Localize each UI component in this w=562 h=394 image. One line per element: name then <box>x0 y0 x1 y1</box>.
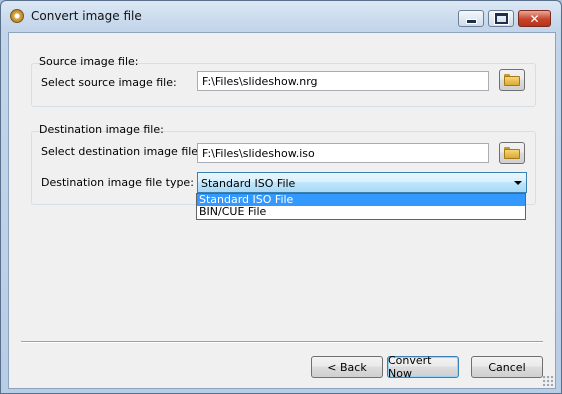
convert-image-dialog: Convert image file ✕ Source image file: … <box>0 0 562 394</box>
separator <box>21 341 543 343</box>
destination-file-label: Select destination image file: <box>41 145 202 158</box>
destination-file-input[interactable]: F:\Files\slideshow.iso <box>197 143 489 163</box>
window-title: Convert image file <box>31 9 142 23</box>
back-button-label: < Back <box>327 360 367 374</box>
title-bar[interactable]: Convert image file ✕ <box>1 1 561 31</box>
destination-browse-button[interactable] <box>499 142 525 164</box>
destination-type-dropdown-list: Standard ISO File BIN/CUE File <box>196 193 526 220</box>
destination-group-title: Destination image file: <box>39 123 164 136</box>
dropdown-option-bincue[interactable]: BIN/CUE File <box>197 206 525 218</box>
maximize-icon <box>494 13 508 24</box>
resize-grip[interactable] <box>543 376 553 386</box>
close-icon: ✕ <box>529 11 540 26</box>
folder-icon <box>504 74 520 86</box>
source-file-label: Select source image file: <box>41 76 177 89</box>
convert-now-button-label: Convert Now <box>388 354 432 380</box>
chevron-down-icon <box>514 181 522 185</box>
folder-icon <box>504 147 520 159</box>
source-group-title: Source image file: <box>39 55 139 68</box>
destination-type-select[interactable]: Standard ISO File <box>197 172 527 193</box>
convert-now-button[interactable]: Convert Now <box>387 354 459 380</box>
destination-type-value: Standard ISO File <box>201 177 296 190</box>
cancel-button-label: Cancel <box>488 360 526 374</box>
source-browse-button[interactable] <box>499 69 525 91</box>
cancel-button[interactable]: Cancel <box>471 356 543 378</box>
disc-icon <box>10 9 24 23</box>
destination-type-label: Destination image file type: <box>41 176 194 189</box>
back-button[interactable]: < Back <box>311 356 383 378</box>
source-file-input[interactable]: F:\Files\slideshow.nrg <box>197 71 489 91</box>
maximize-button[interactable] <box>488 10 514 27</box>
minimize-button[interactable] <box>458 10 484 27</box>
minimize-icon <box>465 18 477 24</box>
close-button[interactable]: ✕ <box>518 10 551 27</box>
